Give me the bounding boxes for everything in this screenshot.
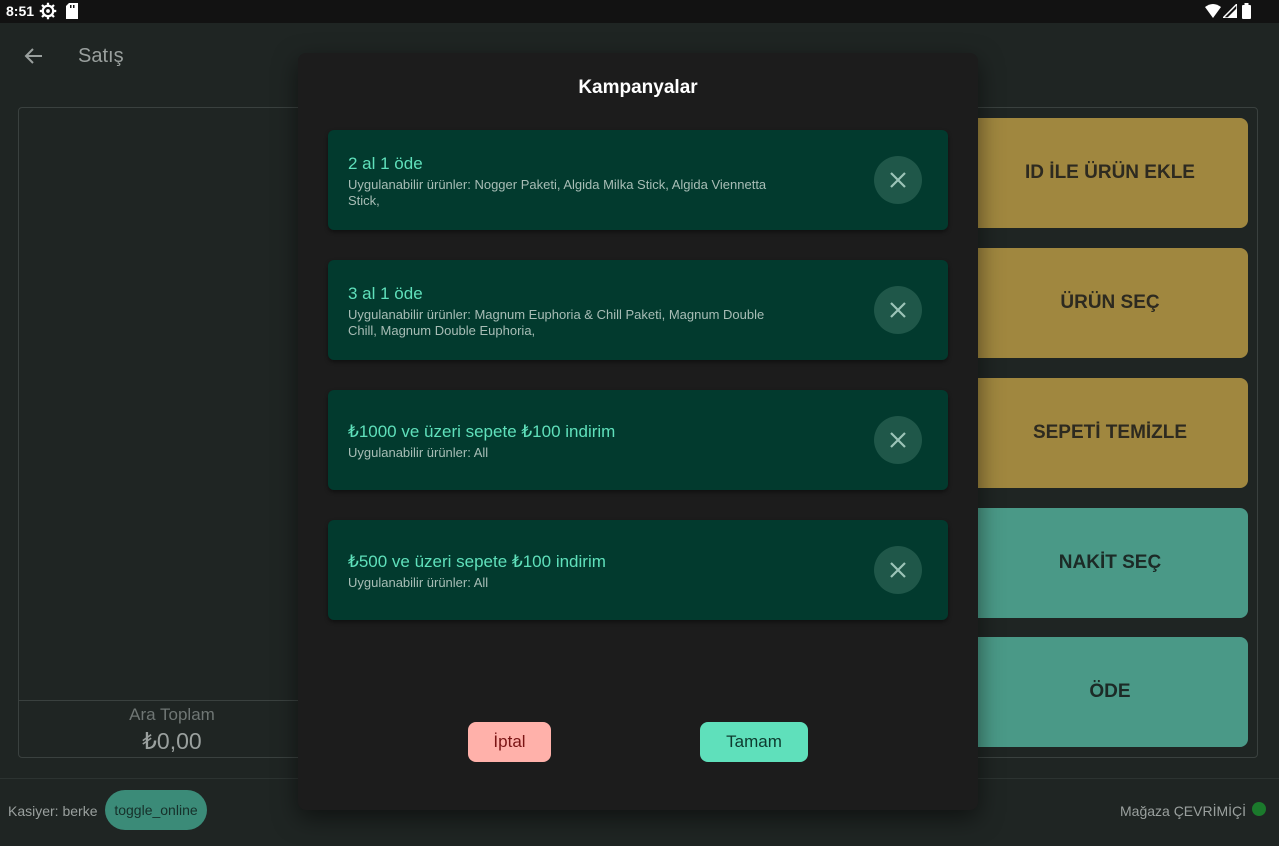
online-toggle-button[interactable]: toggle_online — [105, 790, 207, 830]
cancel-button[interactable]: İptal — [468, 722, 551, 762]
campaign-title: ₺1000 ve üzeri sepete ₺100 indirim — [348, 422, 616, 441]
remove-campaign-button[interactable] — [874, 156, 922, 204]
campaign-description: Uygulanabilir ürünler: All — [348, 445, 489, 460]
cashier-label: Kasiyer: berke — [8, 803, 98, 819]
subtotal-value: ₺0,00 — [142, 728, 202, 754]
wifi-icon — [1205, 4, 1221, 18]
cart-panel: Ara Toplam ₺0,00 — [18, 107, 318, 758]
campaign-title: 3 al 1 öde — [348, 284, 423, 303]
remove-campaign-button[interactable] — [874, 546, 922, 594]
status-time: 8:51 — [6, 3, 35, 19]
pay-button[interactable]: ÖDE — [960, 637, 1248, 747]
close-icon — [890, 302, 906, 318]
close-icon — [890, 562, 906, 578]
campaign-description: Uygulanabilir ürünler: All — [348, 575, 489, 590]
campaign-card: 2 al 1 öde Uygulanabilir ürünler: Nogger… — [328, 130, 948, 230]
campaign-title: ₺500 ve üzeri sepete ₺100 indirim — [348, 552, 606, 571]
battery-icon — [1242, 3, 1251, 19]
remove-campaign-button[interactable] — [874, 286, 922, 334]
close-icon — [890, 172, 906, 188]
subtotal-label: Ara Toplam — [129, 705, 215, 724]
add-by-id-button[interactable]: ID İLE ÜRÜN EKLE — [960, 118, 1248, 228]
dialog-title: Kampanyalar — [578, 77, 698, 98]
campaign-card: ₺500 ve üzeri sepete ₺100 indirim Uygula… — [328, 520, 948, 620]
campaign-description: Uygulanabilir ürünler: Magnum Euphoria &… — [348, 307, 765, 338]
cart-divider — [19, 700, 317, 701]
online-status-dot — [1252, 802, 1266, 816]
signal-icon — [1223, 4, 1237, 18]
select-product-button[interactable]: ÜRÜN SEÇ — [960, 248, 1248, 358]
campaign-card: 3 al 1 öde Uygulanabilir ürünler: Magnum… — [328, 260, 948, 360]
store-status-label: Mağaza ÇEVRİMİÇİ — [1120, 803, 1247, 819]
remove-campaign-button[interactable] — [874, 416, 922, 464]
clear-cart-button[interactable]: SEPETİ TEMİZLE — [960, 378, 1248, 488]
sd-card-icon — [66, 3, 78, 19]
select-cash-button[interactable]: NAKİT SEÇ — [960, 508, 1248, 618]
campaigns-dialog: Kampanyalar 2 al 1 öde Uygulanabilir ürü… — [298, 53, 978, 810]
ok-button[interactable]: Tamam — [700, 722, 808, 762]
page-title: Satış — [78, 45, 124, 67]
status-bar: 8:51 — [0, 0, 1279, 23]
campaign-card: ₺1000 ve üzeri sepete ₺100 indirim Uygul… — [328, 390, 948, 490]
campaign-title: 2 al 1 öde — [348, 154, 423, 173]
arrow-left-icon[interactable] — [22, 44, 46, 68]
gear-icon — [39, 2, 57, 20]
close-icon — [890, 432, 906, 448]
campaign-description: Uygulanabilir ürünler: Nogger Paketi, Al… — [348, 177, 767, 208]
